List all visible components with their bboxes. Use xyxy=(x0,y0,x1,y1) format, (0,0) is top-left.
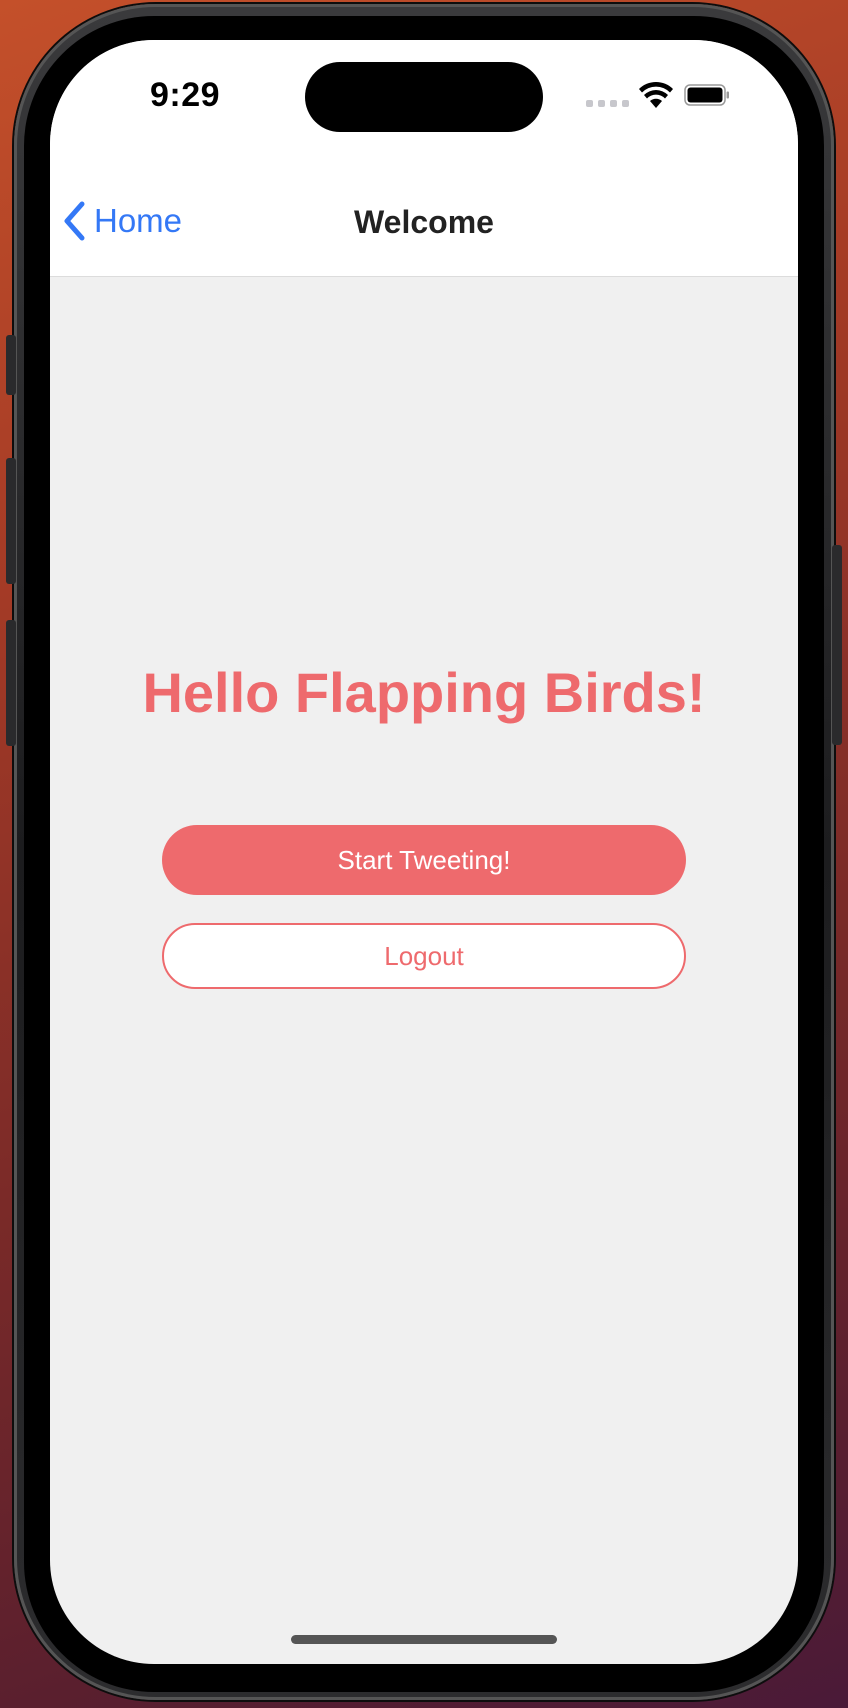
side-button-volume-down xyxy=(6,620,16,746)
page-title: Welcome xyxy=(354,204,494,240)
welcome-headline: Hello Flapping Birds! xyxy=(142,661,706,724)
home-indicator[interactable] xyxy=(291,1635,557,1644)
status-time: 9:29 xyxy=(150,76,221,114)
battery-icon xyxy=(684,84,729,106)
logout-button[interactable]: Logout xyxy=(162,923,686,989)
wifi-icon xyxy=(639,81,673,108)
cellular-signal-icon xyxy=(586,100,629,107)
side-button-volume-up xyxy=(6,458,16,584)
dynamic-island xyxy=(305,62,543,132)
navigation-bar: Home Welcome xyxy=(50,170,798,277)
status-bar: 9:29 xyxy=(50,40,798,170)
side-button-power xyxy=(832,545,842,745)
side-button-mute xyxy=(6,335,16,395)
start-tweeting-button[interactable]: Start Tweeting! xyxy=(162,825,686,895)
screen: 9:29 Home Welcome Hello Flapping Birds! … xyxy=(50,40,798,1664)
